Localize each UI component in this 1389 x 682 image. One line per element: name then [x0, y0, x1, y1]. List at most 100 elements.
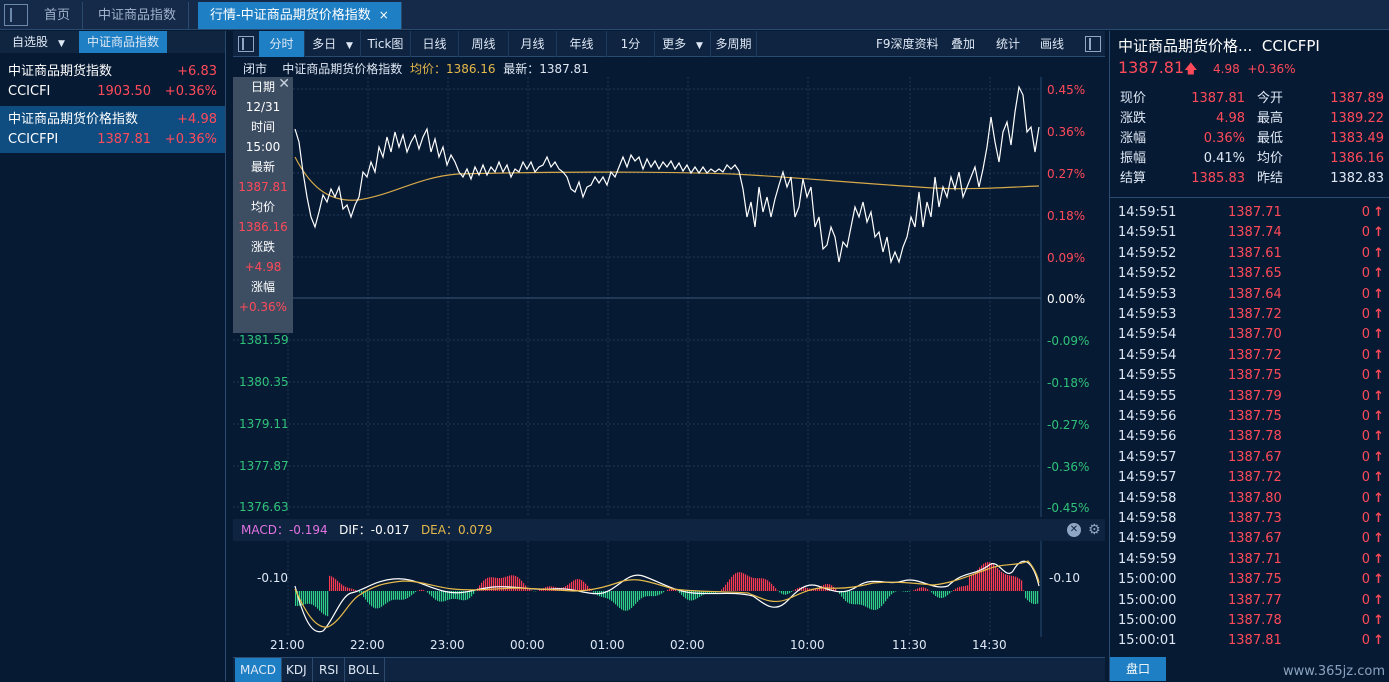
macd-bar	[619, 591, 620, 608]
macd-chart[interactable]	[233, 541, 1105, 637]
x-tick: 00:00	[510, 638, 545, 652]
indicator-tabs: MACD KDJ RSI BOLL	[233, 657, 1105, 681]
tick-row: 14:59:551387.750↑	[1118, 366, 1384, 386]
btn-1min[interactable]: 1分	[607, 31, 655, 57]
macd-bar	[737, 572, 738, 591]
list-item[interactable]: 中证商品期货指数+6.83 CCICFI1903.50+0.36%	[0, 58, 225, 105]
macd-bar	[933, 591, 934, 594]
macd-bar	[845, 591, 846, 601]
macd-bar	[629, 591, 630, 609]
tick-price: 1387.75	[1228, 366, 1282, 386]
tick-row: 14:59:521387.610↑	[1118, 244, 1384, 264]
tab-boll[interactable]: BOLL	[343, 658, 385, 682]
btn-tick[interactable]: Tick图	[361, 31, 411, 57]
macd-bar	[731, 577, 732, 591]
quote-stats: 现价1387.81今开1387.89涨跌4.98最高1389.22涨幅0.36%…	[1110, 89, 1389, 193]
tab-home[interactable]: 首页	[32, 2, 83, 29]
tick-price: 1387.74	[1228, 223, 1282, 243]
btn-multiperiod[interactable]: 多周期	[711, 31, 757, 57]
list-item-selected[interactable]: 中证商品期货价格指数+4.98 CCICFPI1387.81+0.36%	[0, 106, 225, 153]
arrow-up-icon: ↑	[1373, 509, 1384, 529]
quote-price: 1387.81🡅	[1118, 58, 1198, 82]
arrow-up-icon: ↑	[1373, 285, 1384, 305]
macd-bar	[327, 591, 328, 616]
y-left-label: 1379.11	[239, 417, 289, 431]
panel-toggle-icon[interactable]	[238, 36, 254, 52]
btn-overlay[interactable]: 叠加	[951, 31, 975, 57]
tick-price: 1387.75	[1228, 570, 1282, 590]
tick-volume: 0	[1362, 203, 1370, 223]
sidebar-toggle-icon[interactable]	[4, 4, 28, 26]
panel-toggle-right-icon[interactable]	[1085, 36, 1101, 52]
btn-intraday[interactable]: 分时	[259, 31, 305, 57]
macd-bar	[523, 583, 524, 591]
macd-bar	[437, 591, 438, 601]
btn-multiday[interactable]: 多日 ▼	[305, 31, 361, 57]
tick-time: 14:59:51	[1118, 223, 1176, 243]
macd-bar	[601, 591, 602, 597]
macd-bar	[723, 587, 724, 591]
quote-change-value: 4.98	[1213, 62, 1240, 76]
btn-draw[interactable]: 画线	[1040, 31, 1064, 57]
arrow-up-icon: ↑	[1373, 244, 1384, 264]
macd-bar	[917, 588, 918, 591]
tab-kdj[interactable]: KDJ	[281, 658, 313, 682]
macd-bar	[435, 591, 436, 600]
btn-stats[interactable]: 统计	[996, 31, 1020, 57]
macd-bar	[915, 589, 916, 591]
macd-bar	[303, 591, 304, 605]
close-icon[interactable]: ✕	[1067, 523, 1081, 537]
arrow-up-icon: ↑	[1373, 529, 1384, 549]
tab-commodity[interactable]: 中证商品指数	[79, 31, 167, 53]
macd-bar	[305, 591, 306, 604]
btn-yearly[interactable]: 年线	[557, 31, 607, 57]
tab-watchlist-label: 自选股	[12, 35, 48, 49]
macd-bar	[735, 573, 736, 591]
tab-macd[interactable]: MACD	[235, 658, 282, 682]
close-icon[interactable]: ×	[379, 8, 389, 22]
tick-volume: 0	[1362, 223, 1370, 243]
macd-bar	[919, 588, 920, 591]
macd-bar	[647, 591, 648, 596]
tick-volume: 0	[1362, 550, 1370, 570]
macd-bar	[941, 591, 942, 598]
macd-bar	[951, 591, 952, 592]
tick-price: 1387.75	[1228, 407, 1282, 427]
tab-commodity-index[interactable]: 中证商品指数	[86, 2, 189, 29]
arrow-up-icon: ↑	[1373, 591, 1384, 611]
tab-watchlist[interactable]: 自选股 ▼	[4, 31, 73, 53]
tick-row: 14:59:521387.650↑	[1118, 264, 1384, 284]
close-icon[interactable]: ✕	[278, 77, 290, 91]
tick-row: 14:59:561387.780↑	[1118, 427, 1384, 447]
tick-row: 14:59:511387.710↑	[1118, 203, 1384, 223]
btn-daily[interactable]: 日线	[411, 31, 459, 57]
btn-multiday-label: 多日	[312, 37, 336, 51]
macd-bar	[1023, 590, 1024, 591]
tick-price: 1387.71	[1228, 203, 1282, 223]
btn-more[interactable]: 更多 ▼	[655, 31, 711, 57]
btn-weekly[interactable]: 周线	[459, 31, 509, 57]
stat-label: 最高	[1257, 109, 1283, 129]
btn-monthly[interactable]: 月线	[509, 31, 557, 57]
tick-time: 14:59:59	[1118, 529, 1176, 549]
chevron-down-icon[interactable]: ▼	[58, 39, 65, 49]
macd-bar	[753, 578, 754, 591]
macd-bar	[539, 590, 540, 591]
macd-bar	[861, 591, 862, 605]
gear-icon[interactable]: ⚙	[1088, 519, 1101, 541]
btn-f9[interactable]: F9深度资料	[876, 31, 939, 57]
price-chart[interactable]	[233, 77, 1105, 517]
macd-bar	[295, 591, 296, 606]
tab-quote-active[interactable]: 行情-中证商品期货价格指数×	[198, 2, 402, 29]
macd-bar	[581, 580, 582, 591]
macd-histogram	[295, 562, 1038, 616]
macd-bar	[957, 588, 958, 591]
macd-bar	[767, 580, 768, 591]
tab-rsi[interactable]: RSI	[314, 658, 345, 682]
tab-pankou[interactable]: 盘口	[1110, 657, 1166, 681]
macd-bar	[747, 576, 748, 591]
tick-price: 1387.72	[1228, 305, 1282, 325]
macd-bar	[1025, 591, 1026, 598]
stat-label: 结算	[1120, 169, 1146, 189]
macd-bar	[749, 577, 750, 591]
